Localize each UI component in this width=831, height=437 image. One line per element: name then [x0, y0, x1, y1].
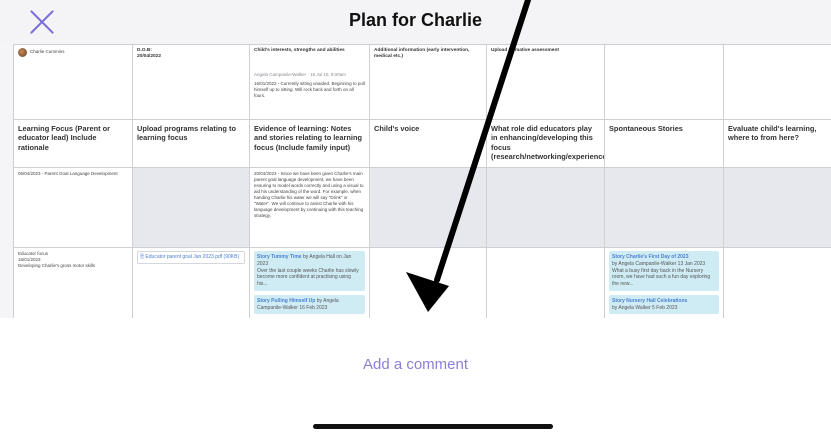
story-excerpt: What a busy first day back in the Nurser…	[612, 267, 711, 288]
app-frame: Plan for Charlie Charlie Cummins D.O.B: …	[0, 0, 831, 437]
childs-voice-cell[interactable]	[369, 247, 487, 318]
home-indicator[interactable]	[313, 424, 553, 429]
child-cell: Charlie Cummins	[13, 44, 133, 120]
empty-cell	[604, 44, 724, 120]
child-name: Charlie Cummins	[30, 49, 65, 55]
add-comment-button[interactable]: Add a comment	[0, 356, 831, 373]
story-title: Story Nursery Hall Celebrations	[612, 297, 688, 304]
plan-document[interactable]: Charlie Cummins D.O.B: 20/04/2022 Child'…	[13, 44, 831, 318]
focus-cell[interactable]: Educator focus 16/01/2023 Developing Cha…	[13, 247, 133, 318]
story-title: Story Pulling Himself Up	[257, 297, 316, 304]
file-name: Educator parent goal Jan 2023.pdf	[145, 254, 223, 260]
additional-info-cell: Additional information (early interventi…	[369, 44, 487, 120]
avatar	[18, 48, 27, 57]
interests-meta: Angela Campanile-Walker · 16 Jul 10, 9:0…	[254, 72, 346, 78]
col-header-evidence: Evidence of learning: Notes and stories …	[249, 119, 370, 168]
evidence-text: 20/04/2023 - Since we have been given Ch…	[254, 171, 364, 219]
educator-role-cell[interactable]	[486, 167, 605, 248]
story-excerpt: Over the last couple weeks Charlie has s…	[257, 267, 359, 288]
story-card[interactable]: Story Pulling Himself Up by Angela Campa…	[254, 294, 365, 315]
upload-cell[interactable]	[132, 167, 250, 248]
col-header-evaluate: Evaluate child's learning, where to from…	[723, 119, 831, 168]
dob-cell: D.O.B: 20/04/2022	[132, 44, 250, 120]
story-title: Story Tummy Time	[257, 254, 302, 260]
table-row: 05/04/2023 - Parent Goal Language Develo…	[13, 167, 831, 248]
interests-text: 16/01/2022 - Currently sitting unaided. …	[254, 80, 365, 98]
interests-cell: Child's interests, strengths and abiliti…	[249, 44, 370, 120]
evaluate-cell[interactable]	[723, 167, 831, 248]
col-header-learning-focus: Learning Focus (Parent or educator lead)…	[13, 119, 133, 168]
dob-value: 20/04/2022	[137, 54, 162, 60]
story-card[interactable]: Story Charlie's First Day of 2023 by Ang…	[609, 251, 719, 291]
upload-cell[interactable]: 🗎 Educator parent goal Jan 2023.pdf (90K…	[132, 247, 250, 318]
page-title: Plan for Charlie	[348, 10, 483, 30]
story-card[interactable]: Story Tummy Time by Angela Hall on Jan 2…	[254, 251, 365, 291]
evaluate-cell[interactable]	[723, 247, 831, 318]
upload-assessment-cell[interactable]: Upload formative assessment	[486, 44, 605, 120]
focus-text: 05/04/2023 - Parent Goal Language Develo…	[18, 171, 118, 176]
additional-info-header: Additional information (early interventi…	[374, 48, 470, 60]
evidence-cell[interactable]: Story Tummy Time by Angela Hall on Jan 2…	[249, 247, 370, 318]
top-bar: Plan for Charlie	[0, 0, 831, 44]
file-icon: 🗎	[140, 254, 145, 260]
educator-role-cell[interactable]	[486, 247, 605, 318]
stories-cell[interactable]	[604, 167, 724, 248]
plan-table: Charlie Cummins D.O.B: 20/04/2022 Child'…	[13, 44, 831, 318]
focus-cell[interactable]: 05/04/2023 - Parent Goal Language Develo…	[13, 167, 133, 248]
stories-cell[interactable]: Story Charlie's First Day of 2023 by Ang…	[604, 247, 724, 318]
focus-line: Developing Charlie's gross motor skills	[18, 263, 96, 269]
story-byline: by Angela Campanile-Walker 13 Jan 2023	[612, 260, 706, 267]
empty-cell	[723, 44, 831, 120]
attached-file[interactable]: 🗎 Educator parent goal Jan 2023.pdf (90K…	[137, 251, 245, 264]
story-title: Story Charlie's First Day of 2023	[612, 254, 689, 260]
col-header-upload-programs: Upload programs relating to learning foc…	[132, 119, 250, 168]
col-header-childs-voice: Child's voice	[369, 119, 487, 168]
file-size: (90KB)	[223, 254, 240, 260]
comment-panel: Add a comment	[0, 318, 831, 437]
col-header-spontaneous-stories: Spontaneous Stories	[604, 119, 724, 168]
story-card[interactable]: Story Nursery Hall Celebrations by Angel…	[609, 294, 719, 315]
table-row: Educator focus 16/01/2023 Developing Cha…	[13, 247, 831, 318]
story-byline: by Angela Walker 5 Feb 2023	[612, 304, 678, 311]
upload-assessment-header: Upload formative assessment	[491, 48, 559, 53]
plan-sheet: Plan for Charlie Charlie Cummins D.O.B: …	[0, 0, 831, 318]
column-header-row: Learning Focus (Parent or educator lead)…	[13, 119, 831, 168]
childs-voice-cell[interactable]	[369, 167, 487, 248]
child-info-row: Charlie Cummins D.O.B: 20/04/2022 Child'…	[13, 44, 831, 120]
col-header-educator-role: What role did educators play in enhancin…	[486, 119, 605, 168]
evidence-cell[interactable]: 20/04/2023 - Since we have been given Ch…	[249, 167, 370, 248]
